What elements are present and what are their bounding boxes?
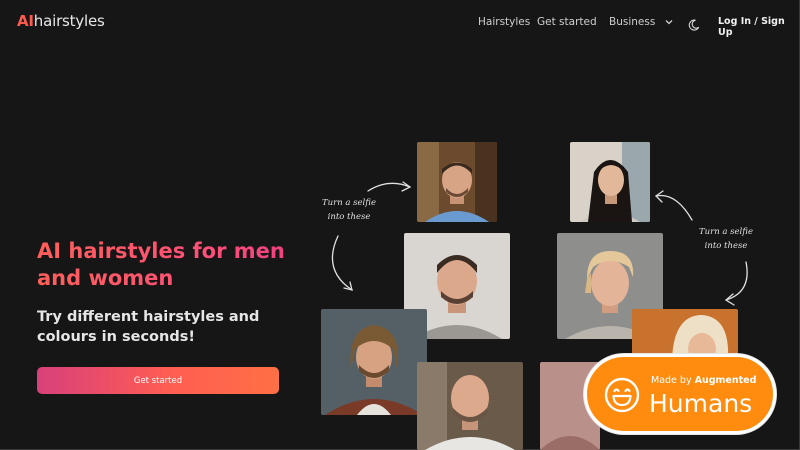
logo-text: hairstyles [33, 12, 105, 30]
badge-made-by-label: Made by [651, 375, 692, 386]
portrait-woman-blonde [632, 309, 738, 359]
nav-get-started[interactable]: Get started [537, 16, 597, 28]
arrow-to-man-styled [331, 235, 353, 291]
get-started-button[interactable]: Get started [37, 367, 279, 394]
portrait-man-selfie [417, 142, 497, 222]
nav-hairstyles[interactable]: Hairstyles [478, 16, 530, 28]
smiley-icon [604, 377, 640, 413]
login-signup-link[interactable]: Log In / Sign Up [718, 16, 800, 38]
made-by-augmented-humans-badge[interactable]: Made by Augmented Humans [584, 354, 776, 434]
hero-subtitle: Try different hairstyles and colours in … [37, 309, 260, 345]
arrow-to-woman-styled [724, 261, 748, 306]
annotation-right: Turn a selfie into these [699, 227, 753, 251]
nav-business[interactable]: Business [609, 16, 673, 28]
badge-made-by: Made by Augmented [651, 375, 756, 386]
annotation-left: Turn a selfie into these [322, 198, 376, 222]
arrow-to-top-selfie [367, 181, 412, 192]
chevron-down-icon [665, 16, 673, 28]
logo-ai: AI [17, 12, 34, 30]
badge-humans: Humans [649, 389, 753, 418]
logo[interactable]: AIhairstyles [17, 12, 105, 30]
badge-brand: Augmented [694, 375, 757, 386]
hero-title: AI hairstyles for men and women [37, 238, 287, 292]
portrait-woman-selfie [570, 142, 650, 222]
nav-business-label: Business [609, 16, 656, 28]
moon-icon[interactable] [688, 16, 700, 31]
arrow-to-woman-selfie [654, 190, 693, 221]
header: AIhairstyles Hairstyles Get started Busi… [0, 0, 800, 44]
portrait-man-bald [417, 362, 523, 450]
portrait-man-long-hair [321, 309, 427, 415]
